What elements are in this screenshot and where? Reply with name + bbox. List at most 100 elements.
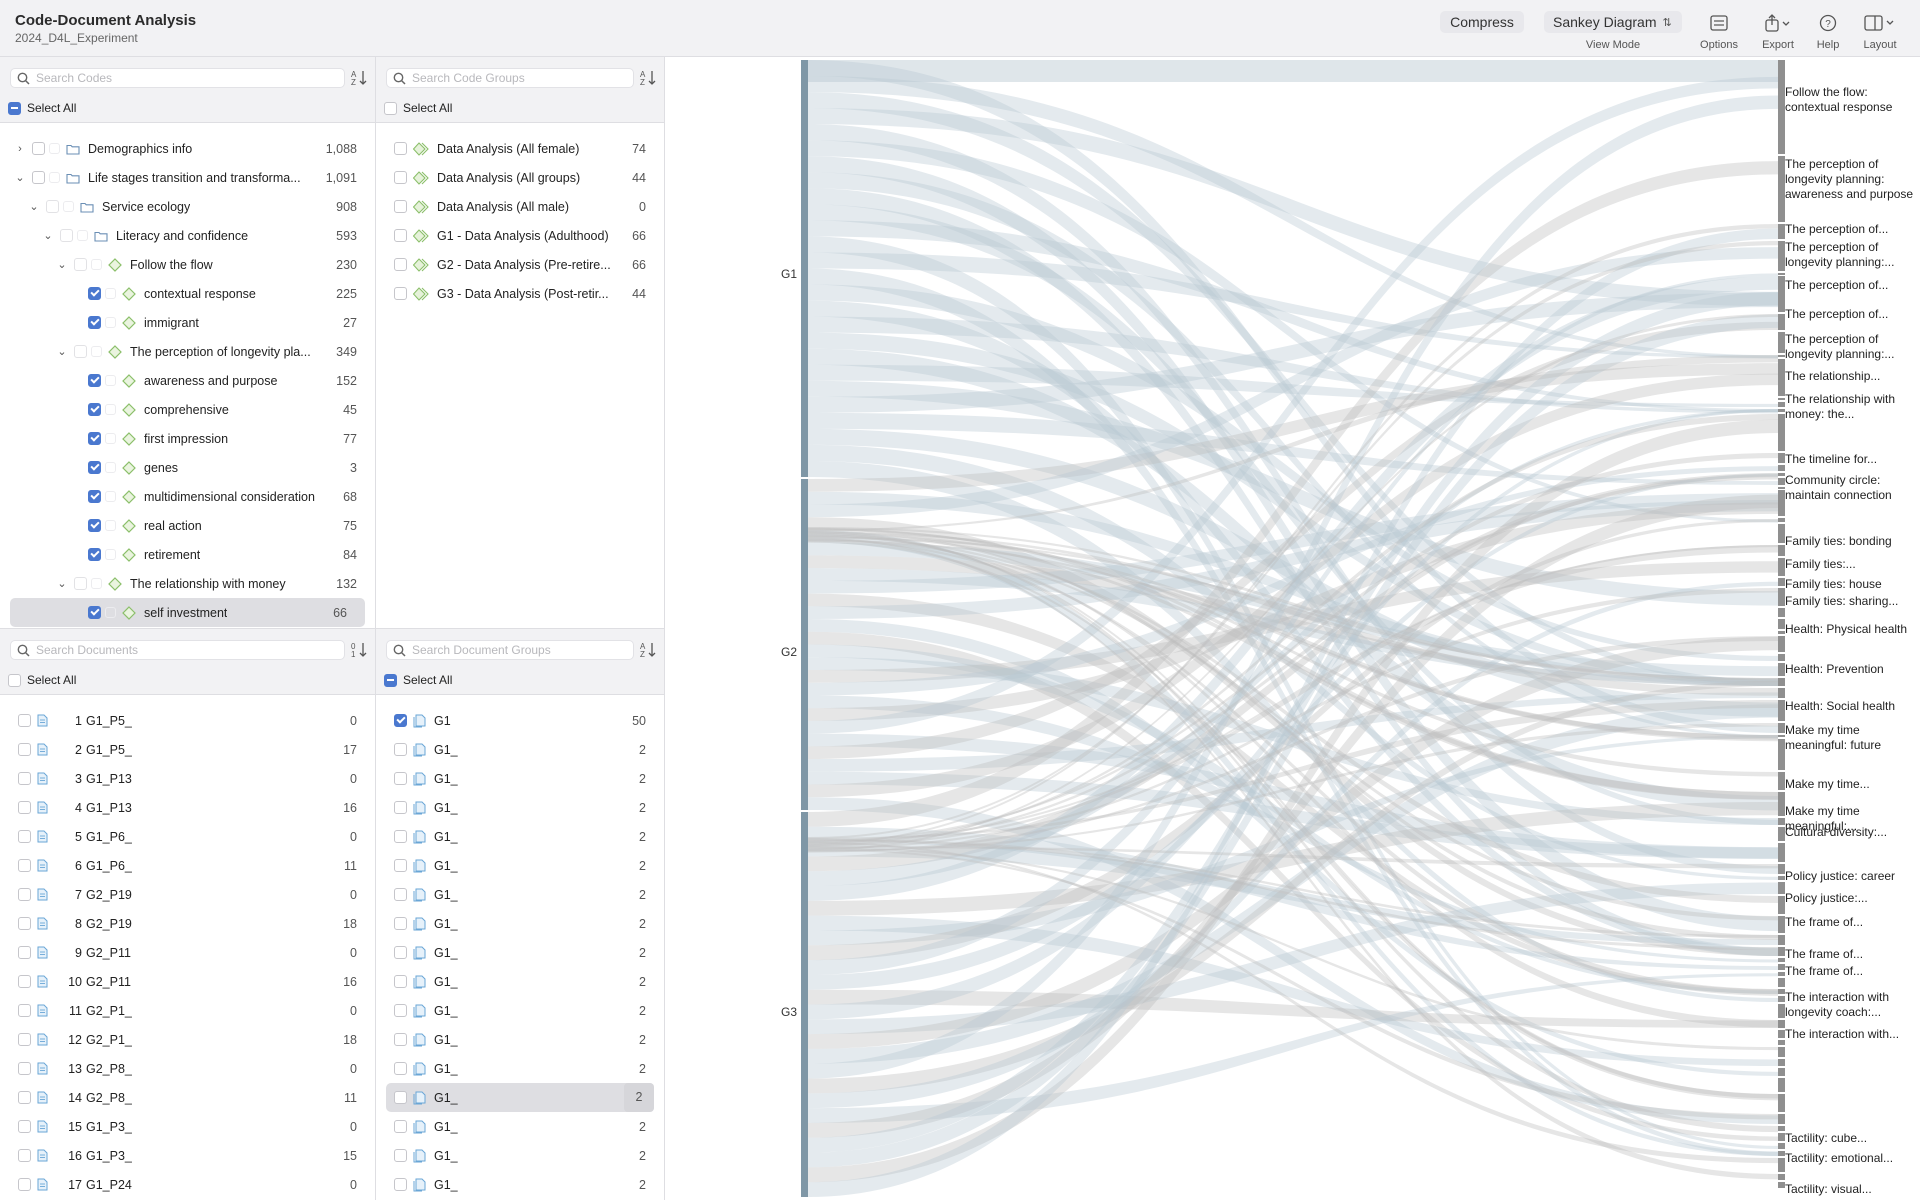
sankey-target-node[interactable] bbox=[1778, 1158, 1785, 1172]
row-checkbox[interactable] bbox=[88, 403, 101, 416]
document-groups-select-all[interactable]: Select All bbox=[384, 673, 452, 687]
row-checkbox[interactable] bbox=[18, 946, 31, 959]
sankey-target-node[interactable] bbox=[1778, 545, 1785, 556]
sankey-target-node[interactable] bbox=[1778, 827, 1785, 841]
row-checkbox[interactable] bbox=[18, 830, 31, 843]
document-group-row[interactable]: G1_ 2 bbox=[376, 1112, 664, 1141]
sankey-target-node[interactable] bbox=[1778, 818, 1785, 825]
sort-az-icon[interactable]: AZ bbox=[639, 69, 657, 87]
sankey-target-node[interactable] bbox=[1778, 608, 1785, 617]
documents-select-all[interactable]: Select All bbox=[8, 673, 76, 687]
row-checkbox[interactable] bbox=[74, 345, 87, 358]
select-all-checkbox[interactable] bbox=[8, 101, 21, 115]
row-checkbox[interactable] bbox=[18, 888, 31, 901]
row-checkbox[interactable] bbox=[394, 946, 407, 959]
row-checkbox[interactable] bbox=[394, 1091, 407, 1104]
sankey-target-node[interactable] bbox=[1778, 735, 1785, 737]
sankey-target-node[interactable] bbox=[1778, 1143, 1785, 1149]
panel-divider[interactable] bbox=[0, 628, 664, 629]
sankey-source-node[interactable] bbox=[801, 812, 808, 1197]
document-group-row[interactable]: G1_ 2 bbox=[376, 967, 664, 996]
row-checkbox[interactable] bbox=[394, 975, 407, 988]
search-documents-input[interactable] bbox=[36, 643, 344, 657]
view-mode-select[interactable]: Sankey Diagram ⇅ bbox=[1544, 11, 1682, 33]
code-tree-row[interactable]: awareness and purpose 152 bbox=[0, 366, 375, 395]
document-row[interactable]: 17 G1_P24 0 bbox=[0, 1170, 375, 1199]
sankey-target-node[interactable] bbox=[1778, 978, 1785, 987]
row-checkbox[interactable] bbox=[394, 287, 407, 300]
code-group-row[interactable]: Data Analysis (All female) 74 bbox=[376, 134, 664, 163]
sankey-target-node[interactable] bbox=[1778, 276, 1785, 312]
document-row[interactable]: 16 G1_P3_ 15 bbox=[0, 1141, 375, 1170]
document-row[interactable]: 6 G1_P6_ 11 bbox=[0, 851, 375, 880]
code-tree-row[interactable]: real action 75 bbox=[0, 511, 375, 540]
row-checkbox[interactable] bbox=[32, 142, 45, 155]
document-row[interactable]: 4 G1_P13 16 bbox=[0, 793, 375, 822]
sankey-target-node[interactable] bbox=[1778, 224, 1785, 239]
select-all-checkbox[interactable] bbox=[8, 673, 21, 687]
row-checkbox[interactable] bbox=[394, 830, 407, 843]
sankey-target-node[interactable] bbox=[1778, 414, 1785, 451]
sankey-target-node[interactable] bbox=[1778, 964, 1785, 970]
sankey-target-node[interactable] bbox=[1778, 60, 1785, 154]
chevron-down-icon[interactable]: ⌄ bbox=[42, 229, 54, 242]
document-row[interactable]: 14 G2_P8_ 11 bbox=[0, 1083, 375, 1112]
sankey-target-node[interactable] bbox=[1778, 636, 1785, 652]
row-checkbox[interactable] bbox=[18, 1033, 31, 1046]
search-document-groups-field[interactable] bbox=[386, 640, 634, 660]
document-group-row[interactable]: G1 50 bbox=[376, 706, 664, 735]
document-group-row[interactable]: G1_ 2 bbox=[376, 880, 664, 909]
code-tree-row[interactable]: genes 3 bbox=[0, 453, 375, 482]
code-tree-row[interactable]: ⌄ The relationship with money 132 bbox=[0, 569, 375, 598]
sankey-target-node[interactable] bbox=[1778, 314, 1785, 330]
options-button[interactable] bbox=[1699, 13, 1739, 33]
row-checkbox[interactable] bbox=[394, 1149, 407, 1162]
sankey-target-node[interactable] bbox=[1778, 1004, 1785, 1018]
sankey-target-node[interactable] bbox=[1778, 465, 1785, 471]
row-checkbox[interactable] bbox=[18, 772, 31, 785]
row-checkbox[interactable] bbox=[88, 606, 101, 619]
sankey-target-node[interactable] bbox=[1778, 487, 1785, 489]
code-tree-row[interactable]: ⌄ The perception of longevity pla... 349 bbox=[0, 337, 375, 366]
code-tree-row[interactable]: multidimensional consideration 68 bbox=[0, 482, 375, 511]
document-row[interactable]: 2 G1_P5_ 17 bbox=[0, 735, 375, 764]
sankey-target-node[interactable] bbox=[1778, 1174, 1785, 1180]
row-checkbox[interactable] bbox=[394, 888, 407, 901]
code-group-row[interactable]: G1 - Data Analysis (Adulthood) 66 bbox=[376, 221, 664, 250]
sankey-target-node[interactable] bbox=[1778, 332, 1785, 353]
sankey-target-node[interactable] bbox=[1778, 558, 1785, 576]
sankey-target-node[interactable] bbox=[1778, 1182, 1785, 1188]
row-checkbox[interactable] bbox=[394, 1178, 407, 1191]
layout-button[interactable] bbox=[1860, 13, 1900, 33]
sankey-target-node[interactable] bbox=[1778, 588, 1785, 606]
document-group-row[interactable]: G1_ 2 bbox=[376, 822, 664, 851]
code-tree-row[interactable]: retirement 84 bbox=[0, 540, 375, 569]
help-button[interactable]: ? bbox=[1808, 13, 1848, 33]
sankey-target-node[interactable] bbox=[1778, 1020, 1785, 1028]
row-checkbox[interactable] bbox=[18, 714, 31, 727]
document-row[interactable]: 15 G1_P3_ 0 bbox=[0, 1112, 375, 1141]
chevron-right-icon[interactable]: › bbox=[14, 143, 26, 155]
row-checkbox[interactable] bbox=[60, 229, 73, 242]
sankey-target-node[interactable] bbox=[1778, 947, 1785, 956]
sankey-target-node[interactable] bbox=[1778, 631, 1785, 634]
sankey-target-node[interactable] bbox=[1778, 1078, 1785, 1092]
row-checkbox[interactable] bbox=[394, 772, 407, 785]
sankey-target-node[interactable] bbox=[1778, 1133, 1785, 1141]
code-tree-row[interactable]: self investment 66 bbox=[10, 598, 365, 627]
row-checkbox[interactable] bbox=[88, 490, 101, 503]
row-checkbox[interactable] bbox=[394, 714, 407, 727]
code-tree-row[interactable]: › Demographics info 1,088 bbox=[0, 134, 375, 163]
chevron-down-icon[interactable]: ⌄ bbox=[28, 200, 40, 213]
row-checkbox[interactable] bbox=[18, 859, 31, 872]
document-group-row[interactable]: G1_ 2 bbox=[376, 851, 664, 880]
sankey-target-node[interactable] bbox=[1778, 1151, 1785, 1156]
code-tree-row[interactable]: comprehensive 45 bbox=[0, 395, 375, 424]
export-button[interactable] bbox=[1758, 13, 1798, 33]
sankey-target-node[interactable] bbox=[1778, 619, 1785, 629]
search-documents-field[interactable] bbox=[10, 640, 345, 660]
document-group-row[interactable]: G1_ 2 bbox=[376, 996, 664, 1025]
code-tree-row[interactable]: ⌄ Life stages transition and transforma..… bbox=[0, 163, 375, 192]
sankey-target-node[interactable] bbox=[1778, 1030, 1785, 1038]
document-row[interactable]: 10 G2_P11 16 bbox=[0, 967, 375, 996]
